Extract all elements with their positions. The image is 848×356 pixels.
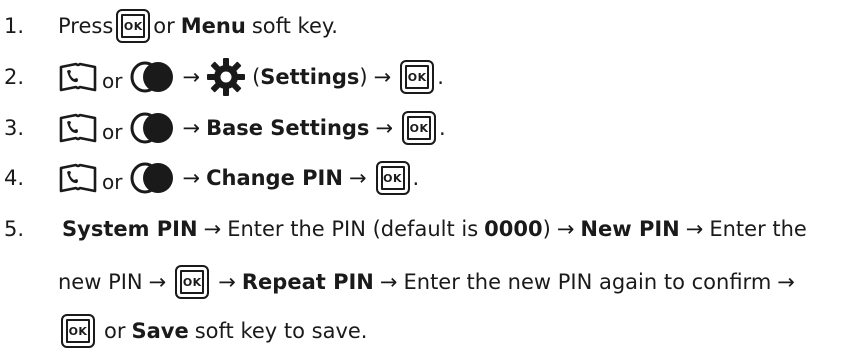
step-number: 1.	[4, 14, 25, 38]
phonebook-icon	[59, 163, 97, 193]
ok-key-icon: OK	[402, 111, 437, 145]
ok-key-icon: OK	[116, 9, 151, 43]
arrow: →	[685, 217, 704, 241]
soft-key-text: soft key.	[251, 14, 338, 38]
repeat-pin-label: Repeat PIN	[241, 270, 374, 294]
gear-icon	[207, 58, 246, 96]
arrow: →	[182, 166, 201, 190]
paren-close: )	[542, 217, 551, 241]
save-label: Save	[131, 319, 189, 343]
period: .	[412, 166, 420, 190]
ok-key-icon: OK	[400, 60, 435, 94]
nav-key-icon	[130, 162, 174, 194]
enter-pin-text: Enter the PIN (default is	[227, 217, 479, 241]
arrow: →	[182, 116, 201, 140]
menu-label: Menu	[180, 14, 246, 38]
or-text: or	[102, 69, 123, 93]
step-number: 4.	[4, 166, 25, 190]
system-pin-label: System PIN	[62, 217, 198, 241]
arrow: →	[373, 65, 392, 89]
step-number: 5.	[4, 217, 25, 241]
new-pin-text: new PIN	[58, 270, 143, 294]
arrow: →	[182, 65, 201, 89]
or-text: or	[102, 120, 123, 144]
ok-key-icon: OK	[175, 265, 210, 299]
phonebook-icon	[59, 62, 97, 92]
default-pin-value: 0000	[484, 217, 543, 241]
enter-again-text: Enter the new PIN again to confirm	[403, 270, 772, 294]
period: .	[439, 116, 446, 140]
press-text: Press	[58, 14, 114, 38]
arrow: →	[348, 166, 367, 190]
paren-open: (	[252, 65, 261, 89]
ok-key-icon: OK	[61, 314, 95, 348]
save-tail-text: soft key to save.	[194, 319, 368, 343]
settings-label: Settings	[260, 65, 360, 89]
new-pin-label: New PIN	[580, 217, 680, 241]
ok-key-icon: OK	[375, 161, 410, 195]
base-settings-label: Base Settings	[206, 116, 370, 140]
enter-the-text: Enter the	[709, 217, 807, 241]
arrow: →	[148, 270, 167, 294]
or-text: or	[102, 170, 123, 194]
change-pin-label: Change PIN	[206, 166, 343, 190]
arrow: →	[375, 116, 394, 140]
or-text: or	[153, 14, 175, 38]
arrow: →	[203, 217, 222, 241]
step-number: 2.	[4, 65, 25, 89]
arrow: →	[556, 217, 575, 241]
arrow: →	[218, 270, 236, 294]
arrow: →	[777, 270, 795, 294]
step-number: 3.	[4, 116, 25, 140]
phonebook-icon	[59, 113, 97, 143]
period: .	[437, 65, 444, 89]
or-text: or	[104, 319, 126, 343]
arrow: →	[379, 270, 398, 294]
nav-key-icon	[130, 61, 174, 93]
instruction-steps: 1. Press OK or Menu soft key. 2. or → (…	[0, 0, 848, 356]
paren-close: )	[359, 65, 368, 89]
nav-key-icon	[130, 112, 174, 144]
